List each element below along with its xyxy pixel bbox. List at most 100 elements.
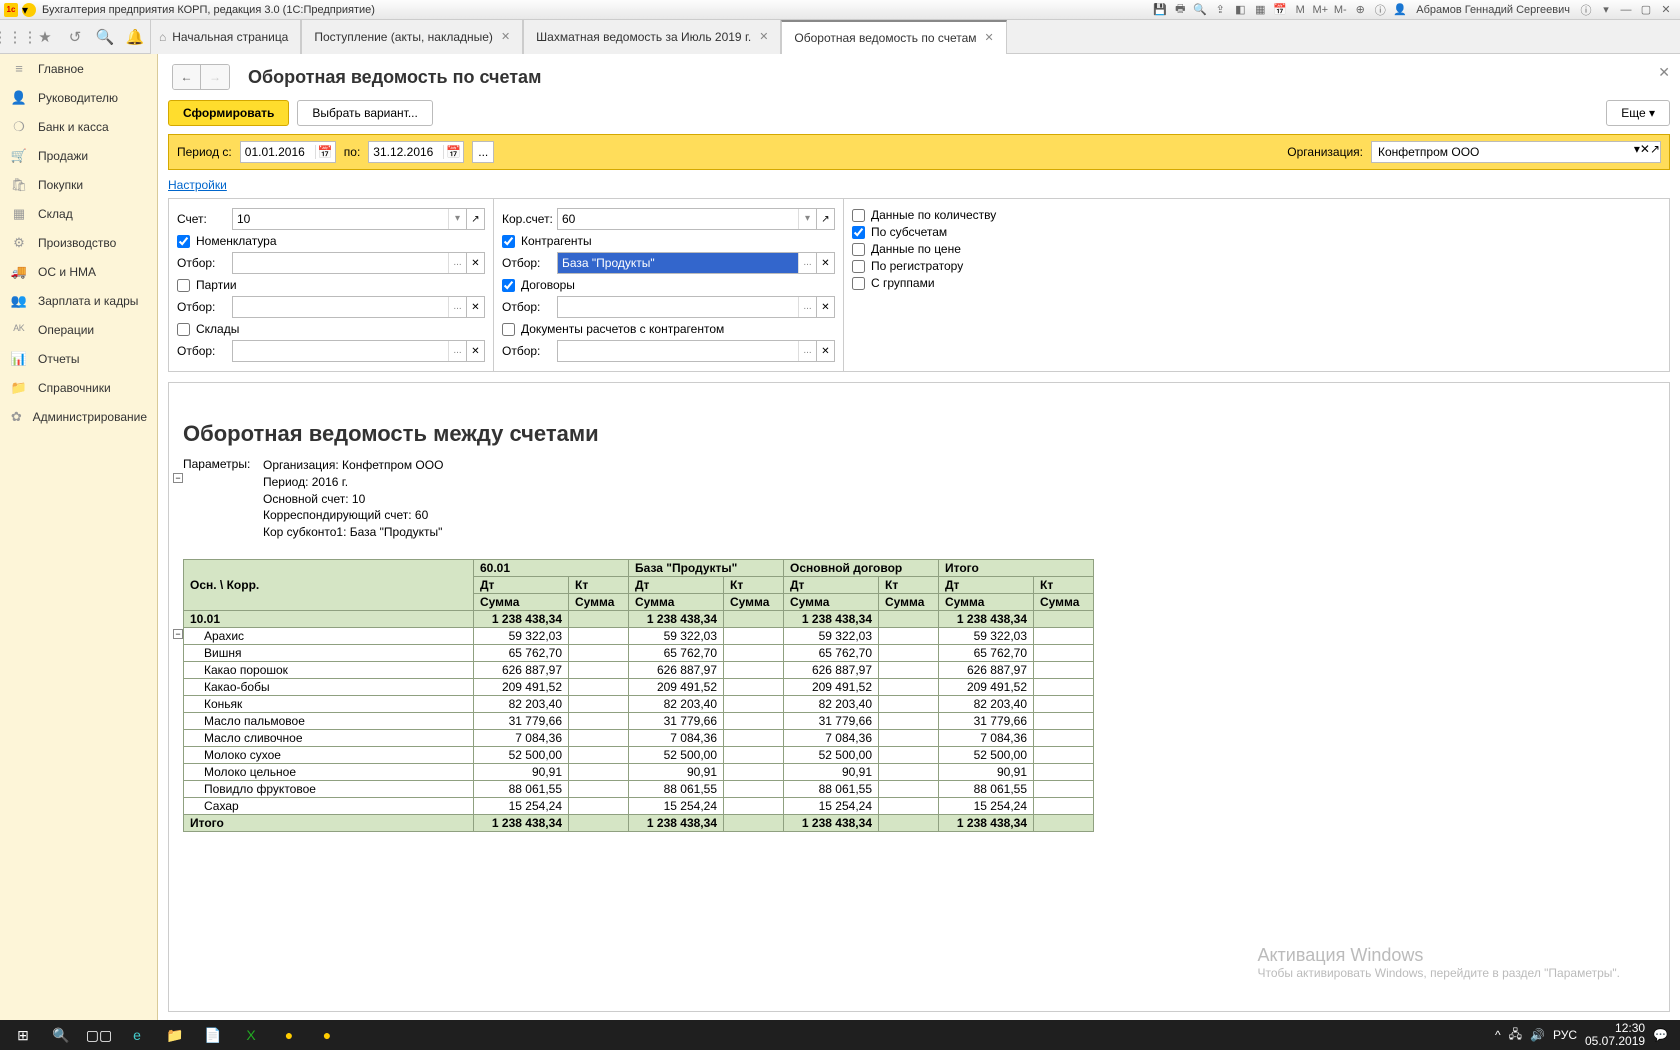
cb-qty[interactable]: Данные по количеству [852, 208, 996, 222]
date-to-field[interactable]: 📅 [368, 141, 464, 163]
minimize-icon[interactable]: — [1618, 2, 1634, 18]
dropdown-icon[interactable]: ▾ [448, 209, 466, 229]
sidebar-item[interactable]: 📁Справочники [0, 373, 157, 402]
tray-sound-icon[interactable]: 🔊 [1530, 1028, 1545, 1042]
more-icon[interactable]: ... [448, 297, 466, 317]
share-icon[interactable]: ⇪ [1212, 2, 1228, 18]
cb-groups[interactable]: С группами [852, 276, 996, 290]
more-button[interactable]: Еще ▾ [1606, 100, 1670, 126]
sidebar-item[interactable]: ⚙Производство [0, 228, 157, 257]
table-row[interactable]: Вишня65 762,7065 762,7065 762,7065 762,7… [184, 644, 1094, 661]
tab-turnover[interactable]: Оборотная ведомость по счетам✕ [781, 20, 1006, 54]
table-row[interactable]: Молоко сухое52 500,0052 500,0052 500,005… [184, 746, 1094, 763]
user-name[interactable]: Абрамов Геннадий Сергеевич [1416, 4, 1570, 16]
table-row[interactable]: Повидло фруктовое88 061,5588 061,5588 06… [184, 780, 1094, 797]
cb-dogovory[interactable]: Договоры [502, 278, 835, 292]
clear-icon[interactable]: ✕ [1640, 142, 1650, 162]
otbor3-field[interactable]: ... [232, 340, 467, 362]
sidebar-item[interactable]: ▦Склад [0, 199, 157, 228]
maximize-icon[interactable]: ▢ [1638, 2, 1654, 18]
cb-reg[interactable]: По регистратору [852, 259, 996, 273]
ie-icon[interactable]: e [118, 1020, 156, 1050]
settings-link[interactable]: Настройки [168, 178, 1670, 192]
calendar-icon[interactable]: 📅 [443, 145, 463, 159]
1c-icon[interactable]: ● [270, 1020, 308, 1050]
tab-home[interactable]: ⌂Начальная страница [150, 20, 301, 54]
help-icon[interactable]: ⓘ [1578, 2, 1594, 18]
calendar-icon[interactable]: 📅 [1272, 2, 1288, 18]
otbor1-field[interactable]: ... [232, 252, 467, 274]
more-icon[interactable]: ... [798, 253, 816, 273]
org-input[interactable] [1372, 142, 1634, 162]
collapse-icon[interactable]: − [173, 473, 183, 483]
form-button[interactable]: Сформировать [168, 100, 289, 126]
clear-icon[interactable]: ✕ [817, 340, 835, 362]
account-field[interactable]: ▾ [232, 208, 467, 230]
save-icon[interactable]: 💾 [1152, 2, 1168, 18]
bell-icon[interactable]: 🔔 [120, 20, 150, 54]
sidebar-item[interactable]: ✿Администрирование [0, 402, 157, 431]
mminus-icon[interactable]: M- [1332, 2, 1348, 18]
open-icon[interactable]: ↗ [817, 208, 835, 230]
tray-chevron-icon[interactable]: ^ [1495, 1028, 1501, 1042]
explorer-icon[interactable]: 📁 [156, 1020, 194, 1050]
sidebar-item[interactable]: 🛒Продажи [0, 141, 157, 170]
open-icon[interactable]: ↗ [1650, 142, 1660, 162]
nav-back-button[interactable]: ← [173, 65, 201, 89]
notepad-icon[interactable]: 📄 [194, 1020, 232, 1050]
cor-otbor2-field[interactable]: ... [557, 296, 817, 318]
cor-field[interactable]: ▾ [557, 208, 817, 230]
1c-icon-2[interactable]: ● [308, 1020, 346, 1050]
clear-icon[interactable]: ✕ [817, 296, 835, 318]
zoom-icon[interactable]: ⊕ [1352, 2, 1368, 18]
history-icon[interactable]: ↺ [60, 20, 90, 54]
cor-otbor3-field[interactable]: ... [557, 340, 817, 362]
tray-notif-icon[interactable]: 💬 [1653, 1028, 1668, 1042]
clear-icon[interactable]: ✕ [467, 296, 485, 318]
apps-icon[interactable]: ⋮⋮⋮ [0, 20, 30, 54]
dropdown-icon[interactable]: ▾ [798, 209, 816, 229]
table-row[interactable]: Масло пальмовое31 779,6631 779,6631 779,… [184, 712, 1094, 729]
start-icon[interactable]: ⊞ [4, 1020, 42, 1050]
table-row[interactable]: Арахис59 322,0359 322,0359 322,0359 322,… [184, 627, 1094, 644]
more-icon[interactable]: ... [448, 253, 466, 273]
search-icon[interactable]: 🔍 [90, 20, 120, 54]
close-page-icon[interactable]: ✕ [1658, 64, 1670, 81]
star-icon[interactable]: ★ [30, 20, 60, 54]
cb-docs[interactable]: Документы расчетов с контрагентом [502, 322, 835, 336]
table-row[interactable]: Итого1 238 438,341 238 438,341 238 438,3… [184, 814, 1094, 831]
period-picker-button[interactable]: ... [472, 141, 494, 163]
close-icon[interactable]: ✕ [759, 30, 768, 43]
clear-icon[interactable]: ✕ [467, 340, 485, 362]
more-icon[interactable]: ... [798, 297, 816, 317]
sidebar-item[interactable]: 👥Зарплата и кадры [0, 286, 157, 315]
tray-network-icon[interactable]: 🖧 [1509, 1025, 1522, 1046]
sidebar-item[interactable]: 🛍Покупки [0, 170, 157, 199]
table-row[interactable]: Молоко цельное90,9190,9190,9190,91 [184, 763, 1094, 780]
org-field[interactable]: ▾ ✕ ↗ [1371, 141, 1661, 163]
cb-contragents[interactable]: Контрагенты [502, 234, 835, 248]
sidebar-item[interactable]: 📊Отчеты [0, 344, 157, 373]
table-row[interactable]: Какао-бобы209 491,52209 491,52209 491,52… [184, 678, 1094, 695]
account-input[interactable] [233, 209, 448, 229]
tray-lang[interactable]: РУС [1553, 1028, 1577, 1042]
cb-sklady[interactable]: Склады [177, 322, 485, 336]
print-icon[interactable]: 🖶 [1172, 2, 1188, 18]
tab-receipts[interactable]: Поступление (акты, накладные)✕ [301, 20, 523, 54]
date-from-field[interactable]: 📅 [240, 141, 336, 163]
calendar-icon[interactable]: 📅 [315, 145, 335, 159]
excel-icon[interactable]: X [232, 1020, 270, 1050]
collapse-icon[interactable]: − [173, 629, 183, 639]
cb-parties[interactable]: Партии [177, 278, 485, 292]
tray-clock[interactable]: 12:30 05.07.2019 [1585, 1022, 1645, 1048]
cor-input[interactable] [558, 209, 798, 229]
taskview-icon[interactable]: ▢▢ [80, 1020, 118, 1050]
info-icon[interactable]: ⓘ [1372, 2, 1388, 18]
preview-icon[interactable]: 🔍 [1192, 2, 1208, 18]
tab-chess[interactable]: Шахматная ведомость за Июль 2019 г.✕ [523, 20, 781, 54]
date-from-input[interactable] [241, 142, 315, 162]
table-row[interactable]: Масло сливочное7 084,367 084,367 084,367… [184, 729, 1094, 746]
more-icon[interactable]: ... [798, 341, 816, 361]
clear-icon[interactable]: ✕ [467, 252, 485, 274]
open-icon[interactable]: ↗ [467, 208, 485, 230]
